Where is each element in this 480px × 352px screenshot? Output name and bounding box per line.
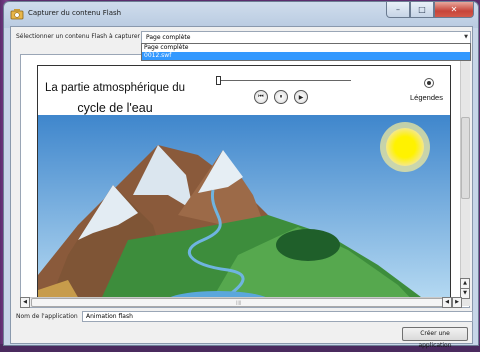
scroll-left-button[interactable]: ◀ (20, 297, 30, 308)
app-name-label: Nom de l'application (16, 313, 78, 320)
scroll-grip-icon: |||| (236, 300, 242, 305)
chevron-down-icon[interactable]: ▼ (464, 32, 468, 43)
play-button[interactable]: ▶ (294, 90, 308, 104)
legend-label: Légendes (410, 93, 443, 102)
flash-selector-label: Sélectionner un contenu Flash à capturer (16, 33, 141, 40)
scroll-left-end-button[interactable]: ◀ (442, 297, 452, 308)
progress-slider-handle[interactable] (216, 76, 221, 85)
create-application-button[interactable]: Créer une application (402, 327, 468, 349)
app-name-input[interactable]: Animation flash (82, 311, 473, 322)
minimize-button[interactable]: – (386, 2, 410, 18)
dropdown-option-swf[interactable]: 0012.swf (142, 52, 470, 60)
title-bar[interactable]: Capturer du contenu Flash – □ ✕ (4, 2, 478, 26)
capture-window: Capturer du contenu Flash – □ ✕ Sélectio… (3, 1, 479, 349)
forest (276, 229, 340, 261)
sun-icon (386, 128, 424, 166)
close-button[interactable]: ✕ (434, 2, 474, 18)
vertical-scroll-thumb[interactable] (461, 117, 470, 199)
window-title: Capturer du contenu Flash (28, 9, 122, 17)
scroll-right-button[interactable]: ▶ (452, 297, 462, 308)
flash-title: La partie atmosphérique du cycle de l'ea… (38, 78, 192, 118)
flash-animation[interactable]: La partie atmosphérique du cycle de l'ea… (37, 65, 451, 307)
legend-radio-button[interactable] (424, 78, 434, 88)
flash-content-dropdown: Page complète 0012.swf (141, 43, 471, 61)
progress-track[interactable] (216, 80, 351, 81)
dropdown-option-page-complete[interactable]: Page complète (142, 44, 470, 52)
flash-capture-app-icon (10, 9, 24, 20)
pause-button[interactable]: ⏸ (274, 90, 288, 104)
rewind-button[interactable]: ⏮ (254, 90, 268, 104)
flash-content-select-value: Page complète (146, 34, 191, 41)
flash-title-line1: La partie atmosphérique du (44, 82, 185, 94)
flash-preview-viewport: La partie atmosphérique du cycle de l'ea… (20, 54, 470, 308)
window-client-area: Sélectionner un contenu Flash à capturer… (10, 26, 473, 349)
window-controls: – □ ✕ (386, 2, 474, 18)
water-cycle-illustration (38, 115, 450, 306)
maximize-button[interactable]: □ (410, 2, 434, 18)
